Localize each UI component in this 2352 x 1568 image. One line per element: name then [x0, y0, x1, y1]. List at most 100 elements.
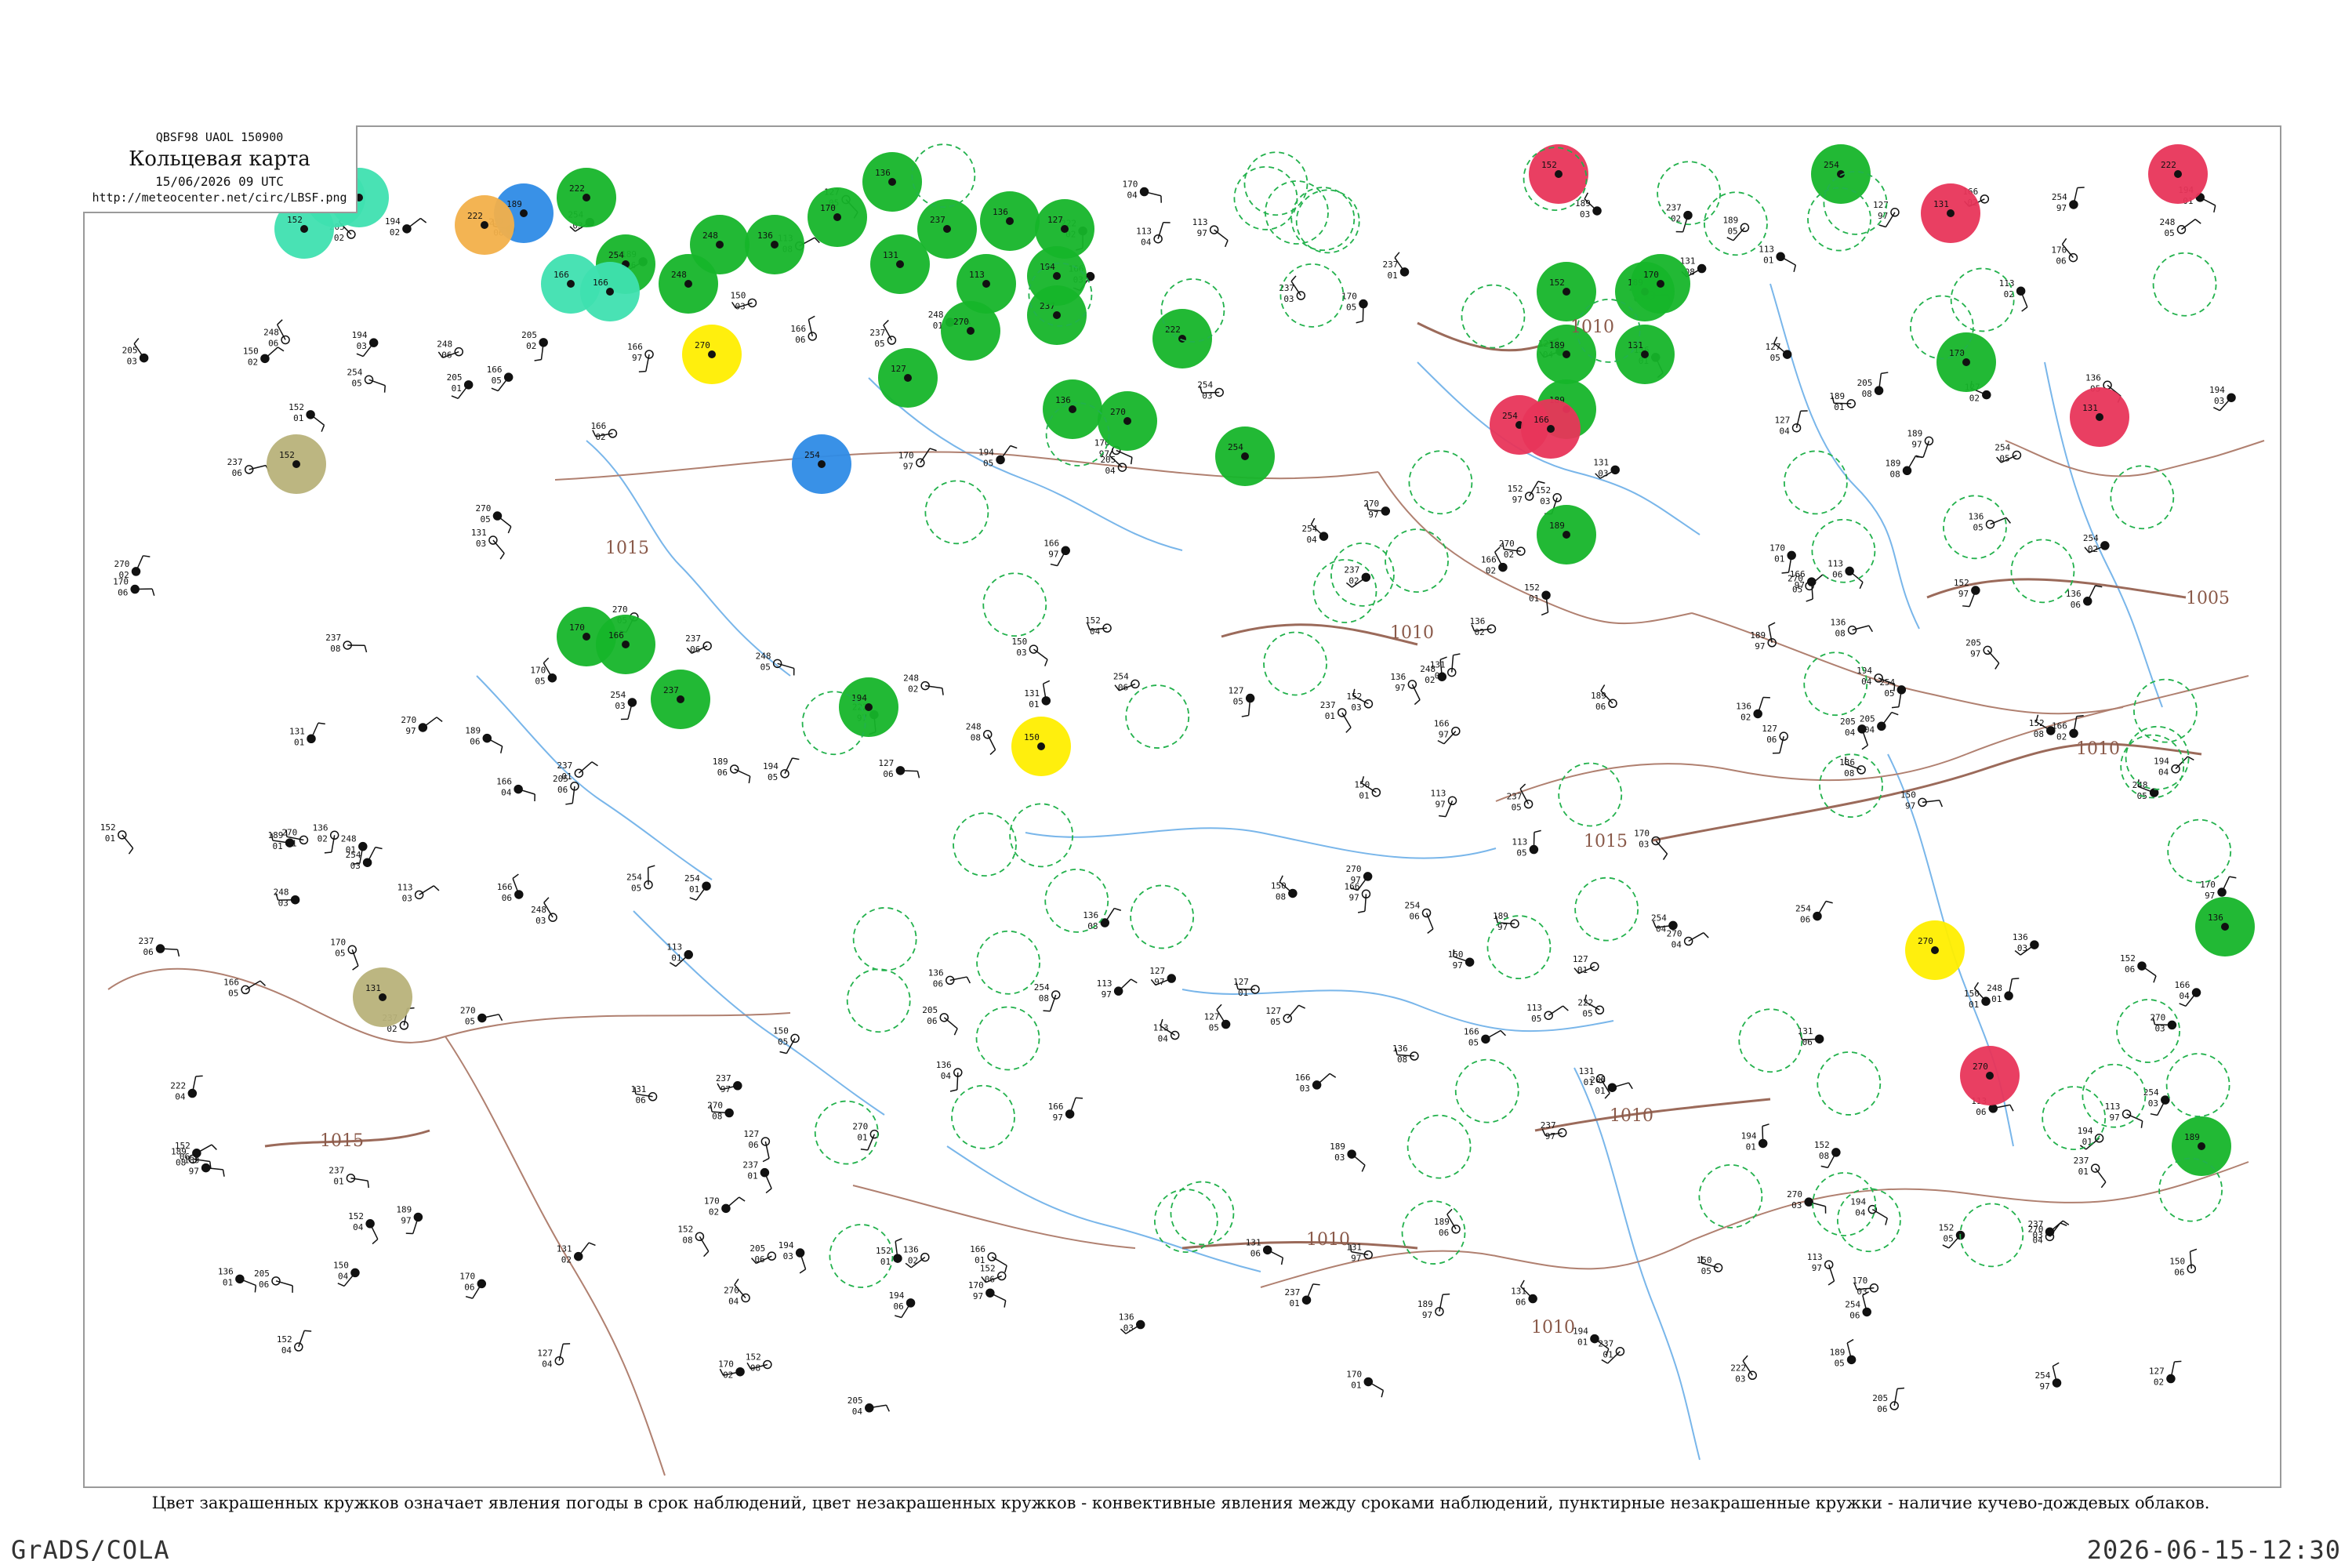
station-temp: 06 [1800, 915, 1810, 925]
station-pressure: 254 [2083, 533, 2099, 543]
station-pressure: 113 [1759, 244, 1774, 254]
station-pressure: 205 [553, 774, 568, 784]
station-temp: 04 [1105, 466, 1116, 476]
map-date: 15/06/2026 09 UTC [155, 174, 284, 189]
station-plot: 15208 [2029, 714, 2056, 739]
station-pressure: 170 [530, 666, 546, 676]
station-pressure: 131 [289, 726, 305, 736]
wind-barb-feather [1439, 815, 1446, 818]
station-temp: 97 [2056, 203, 2067, 213]
station-temp: 97 [1970, 648, 1980, 659]
wind-barb-feather [364, 645, 368, 653]
station-temp: 08 [682, 1235, 692, 1245]
cumulonimbus-circle [1738, 1008, 1803, 1073]
station-temp: 04 [941, 1071, 952, 1081]
station-temp: 01 [1746, 1142, 1756, 1152]
station-temp: 01 [1529, 593, 1539, 604]
wind-barb-feather [929, 448, 937, 452]
station-temp: 97 [189, 1167, 199, 1177]
station-plot: 12704 [537, 1343, 571, 1370]
station-temp: 06 [259, 1279, 269, 1290]
station-plot: 13697 [1390, 672, 1421, 706]
wind-barb-feather [465, 1295, 473, 1299]
station-marker [2174, 170, 2182, 178]
wind-barb-feather [1290, 275, 1297, 282]
station-pressure: 237 [685, 633, 701, 644]
station-temp: 97 [1351, 1254, 1361, 1264]
station-plot: 24801 [1987, 978, 2020, 1004]
wind-barb [1000, 445, 1011, 460]
station-plot: 23703 [1279, 275, 1306, 304]
station-pressure: 166 [1295, 1073, 1311, 1083]
isobar-label: 1010 [1570, 318, 1614, 337]
weather-circle-thunder: 131 [2070, 387, 2129, 447]
cumulonimbus-circle [953, 812, 1017, 877]
station-plot: 25406 [1795, 900, 1833, 925]
weather-circle-rain: 152 [1537, 262, 1596, 321]
station-pressure: 136 [2208, 913, 2223, 923]
station-plot: 15204 [348, 1211, 379, 1245]
wind-barb-feather [352, 965, 359, 971]
station-plot: 23705 [1507, 783, 1534, 813]
station-temp: 05 [1884, 688, 1894, 699]
station-plot: 25402 [2083, 533, 2110, 554]
station-plot: 20501 [447, 372, 474, 399]
station-temp: 06 [636, 1095, 646, 1105]
station-plot: 16697 [1044, 538, 1070, 567]
station-temp: 03 [350, 861, 361, 871]
wind-barb-feather [2052, 1362, 2060, 1367]
station-plot: 20506 [553, 774, 579, 805]
station-temp: 06 [927, 1016, 937, 1026]
station-plot: 13106 [1511, 1279, 1537, 1308]
station-pressure: 205 [922, 1005, 938, 1015]
station-temp: 03 [1735, 1374, 1745, 1384]
station-marker [865, 703, 873, 711]
wind-barb-feather [1662, 853, 1668, 861]
station-pressure: 152 [1508, 484, 1523, 494]
station-pressure: 131 [1933, 199, 1949, 209]
isobar-label: 1010 [1306, 1230, 1350, 1250]
station-plot: 12705 [1229, 686, 1255, 717]
weather-circle-fog: 222 [455, 195, 514, 255]
station-temp: 03 [783, 1251, 793, 1261]
rivers-layer [476, 283, 2163, 1461]
wind-barb-feather [703, 1250, 710, 1258]
station-temp: 04 [1435, 671, 1446, 681]
station-marker [1053, 311, 1061, 319]
station-plot: 13602 [903, 1245, 930, 1269]
station-pressure: 127 [1149, 966, 1165, 976]
station-pressure: 189 [1722, 215, 1738, 225]
source-url[interactable]: http://meteocenter.net/circ/LBSF.png [83, 191, 356, 205]
wind-barb-feather [1600, 684, 1606, 691]
wind-barb-feather [916, 771, 920, 779]
station-temp: 97 [1812, 1263, 1822, 1273]
station-plot: 15003 [730, 290, 757, 311]
station-temp: 97 [2040, 1381, 2050, 1392]
station-pressure: 152 [1939, 1223, 1955, 1233]
station-plot: 19404 [2154, 756, 2194, 778]
station-pressure: 113 [1136, 227, 1152, 237]
station-pressure: 136 [993, 207, 1008, 217]
station-pressure: 136 [1736, 701, 1751, 711]
station-temp: 06 [232, 468, 242, 478]
wind-barb-feather [1298, 1004, 1306, 1009]
station-pressure: 254 [1994, 443, 2010, 453]
wind-barb-feather [1762, 1123, 1769, 1127]
wind-barb [956, 1072, 959, 1091]
wind-barb [2095, 1167, 2107, 1183]
station-plot: 17004 [1123, 180, 1162, 203]
station-plot: 17001 [1346, 1369, 1385, 1398]
station-temp: 03 [357, 341, 367, 351]
station-plot: 20506 [254, 1269, 293, 1293]
cumulonimbus-circle [1454, 1058, 1519, 1123]
station-temp: 01 [1388, 270, 1398, 281]
wind-barb-feather [1349, 1244, 1352, 1252]
wind-barb-feather [491, 387, 499, 392]
station-temp: 02 [2154, 1377, 2164, 1388]
weather-circle-rain: 136 [1043, 379, 1102, 439]
station-pressure: 127 [1204, 1012, 1220, 1022]
station-temp: 03 [476, 539, 486, 549]
station-plot: 15003 [1011, 637, 1048, 666]
station-temp: 04 [1090, 626, 1101, 637]
station-pressure: 150 [2169, 1256, 2185, 1266]
